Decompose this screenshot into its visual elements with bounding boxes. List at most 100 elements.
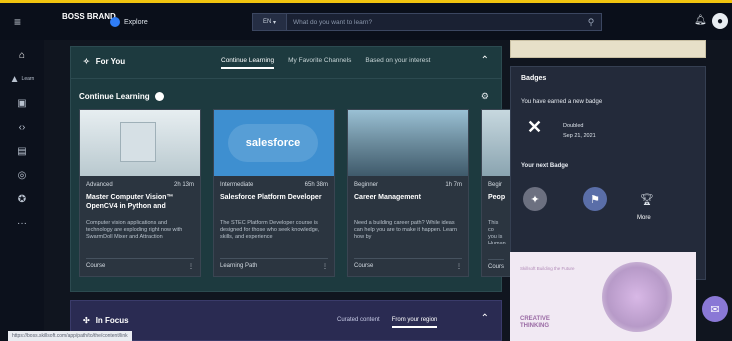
card-type: Course [86,263,106,269]
badge-status: Doubled [563,123,584,129]
language-select[interactable]: EN ▾ [253,14,287,30]
hamburger-menu-icon[interactable]: ≡ [14,16,26,28]
notification-bell-icon[interactable]: 🔔︎ [694,15,707,26]
card-description: Computer vision applications and technol… [86,220,183,240]
briefcase-icon: ▣ [17,97,27,109]
card-title: Peop [488,194,506,201]
sparkle-icon: ✧ [83,57,90,66]
tab-based-on-interest[interactable]: Based on your interest [365,57,430,69]
card-title: Career Management [354,194,421,201]
focus-icon: ✣ [83,316,90,325]
course-card[interactable]: Advanced 2h 13m Master Computer Vision™ O… [79,109,201,277]
search-input[interactable] [287,14,581,30]
card-description: This co you is Human [488,220,506,244]
badges-card: Badges You have earned a new badge ✕ Dou… [510,66,706,280]
card-duration: 65h 38m [304,182,328,188]
salesforce-logo: salesforce [228,124,318,162]
card-duration: 2h 13m [173,182,194,188]
nav-more[interactable]: ··· [8,214,36,232]
badge-medal-icon[interactable]: ✦ [523,187,547,211]
user-avatar-icon[interactable]: ● [712,13,728,29]
card-menu-icon[interactable]: ⋮ [188,263,194,270]
promo-headline: CREATIVE THINKING [520,316,550,330]
globe-icon: ✪ [17,193,27,205]
next-badge-title: Your next Badge [521,163,569,169]
in-focus-tabs: Curated content From your region [337,317,438,328]
nav-globe[interactable]: ✪ [8,190,36,208]
course-cards: Advanced 2h 13m Master Computer Vision™ O… [79,109,511,277]
promo-tagline: Skillsoft Building the Future [520,266,575,271]
card-description: The STEC Platform Developer course is de… [220,220,320,240]
badge-date: Sep 21, 2021 [563,133,596,139]
search-icon[interactable]: ⚲ [581,14,601,30]
tab-favorite-channels[interactable]: My Favorite Channels [288,57,351,69]
more-badges-link[interactable]: More [637,215,651,221]
collapse-chevron-icon[interactable]: ⌃ [481,55,489,66]
card-level: Beginner [354,182,379,188]
earned-badge-icon[interactable]: ✕ [527,117,542,138]
card-level: Begir [488,182,503,188]
nav-briefcase[interactable]: ▣ [8,94,36,112]
card-menu-icon[interactable]: ⋮ [322,263,328,270]
for-you-title-text: For You [95,57,126,66]
nav-compass[interactable]: ◎ [8,166,36,184]
course-card[interactable]: salesforce Intermediate 65h 38m Salesforc… [213,109,335,277]
in-focus-panel: ✣ In Focus Curated content From your reg… [70,300,502,341]
collapse-chevron-icon[interactable]: ⌃ [481,313,489,324]
home-icon: ⌂ [18,49,26,61]
card-level: Intermediate [220,182,254,188]
more-icon: ··· [17,217,27,229]
promo-headline-line2: THINKING [520,323,549,329]
promo-headline-line1: CREATIVE [520,316,550,322]
chevron-down-icon: ▾ [271,19,277,26]
continue-learning-heading: Continue Learning [79,92,164,101]
promo-banner[interactable]: Skillsoft Building the Future CREATIVE T… [510,252,696,341]
course-card[interactable]: Beginner 1h 7m Career Management Need a b… [347,109,469,277]
badge-trophy-icon[interactable]: 🏆︎ [635,187,659,211]
compass-icon [110,17,120,27]
lightbulb-illustration [602,262,672,332]
app-logo[interactable]: BOSS BRAND [62,13,116,21]
badges-title: Badges [521,75,547,82]
explore-label: Explore [124,18,148,26]
card-level: Advanced [86,182,113,188]
card-type: Learning Path [220,263,258,269]
nav-learn-label: Learn [21,76,35,82]
for-you-header: ✧ For You Continue Learning My Favorite … [71,47,501,79]
search-bar: EN ▾ ⚲ [252,13,602,31]
top-bar: ≡ BOSS BRAND Explore EN ▾ ⚲ 🔔︎ ● [0,0,732,40]
tab-curated-content[interactable]: Curated content [337,317,380,328]
settings-gear-icon[interactable]: ⚙ [481,91,489,102]
tab-continue-learning[interactable]: Continue Learning [221,57,275,69]
robot-image [120,122,156,162]
nav-code[interactable]: ‹› [8,118,36,136]
nav-learn[interactable]: ▲ Learn [8,70,36,88]
explore-link[interactable]: Explore [110,17,148,27]
card-description: Need a building career path? While ideas… [354,220,458,240]
card-thumbnail [482,110,510,176]
card-thumbnail: salesforce [214,110,334,176]
for-you-title: ✧ For You [83,57,125,66]
continue-learning-title: Continue Learning [79,92,150,101]
card-thumbnail [348,110,468,176]
card-duration: 1h 7m [445,182,462,188]
compass-icon: ◎ [17,169,27,181]
card-title: Master Computer Vision™ OpenCV4 in Pytho… [86,194,174,210]
card-type: Course [354,263,374,269]
chat-support-icon[interactable]: ✉ [702,296,728,322]
tab-from-your-region[interactable]: From your region [391,317,438,328]
info-icon[interactable] [154,92,164,101]
card-type: Cours [488,264,505,270]
card-menu-icon[interactable]: ⋮ [456,263,462,270]
badges-subtitle: You have earned a new badge [521,99,603,105]
in-focus-title: ✣ In Focus [83,316,129,325]
top-widget [510,40,706,58]
learn-icon: ▲ [9,73,20,85]
for-you-tabs: Continue Learning My Favorite Channels B… [221,57,430,69]
nav-home[interactable]: ⌂ [8,46,36,64]
badge-flag-icon[interactable]: ⚑ [583,187,607,211]
nav-chat[interactable]: ▤ [8,142,36,160]
card-title: Salesforce Platform Developer [220,194,322,201]
for-you-panel: ✧ For You Continue Learning My Favorite … [70,46,511,292]
course-card-partial[interactable]: Begir Peop This co you is Human Cours [481,109,511,277]
